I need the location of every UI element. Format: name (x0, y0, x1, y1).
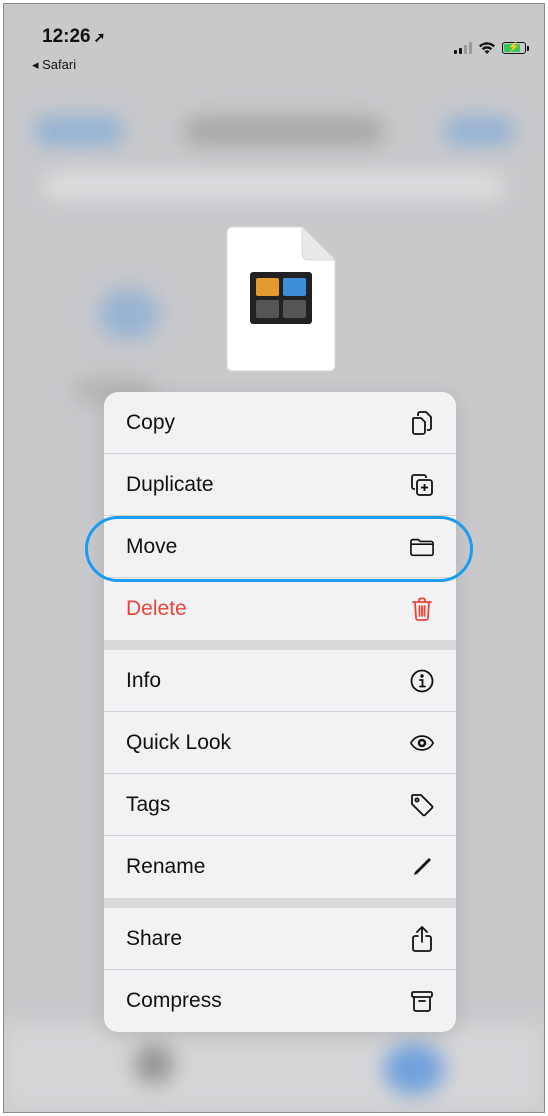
menu-separator (104, 898, 456, 908)
archive-icon (410, 989, 434, 1013)
file-thumbnail (250, 272, 312, 324)
share-icon (410, 925, 434, 952)
menu-item-share[interactable]: Share (104, 908, 456, 970)
pencil-icon (410, 855, 434, 879)
wifi-icon (479, 42, 495, 54)
trash-icon (410, 597, 434, 621)
status-icons: ⚡ (454, 40, 529, 56)
menu-separator (104, 640, 456, 650)
menu-item-tags[interactable]: Tags (104, 774, 456, 836)
menu-group-share: Share Compress (104, 908, 456, 1032)
info-icon (410, 669, 434, 693)
move-highlight-outline (85, 516, 473, 582)
eye-icon (410, 731, 434, 755)
context-menu: Copy Duplicate Move Delete Info Quick Lo… (104, 392, 456, 1032)
status-bar: 12:26 ➚ ◂ Safari ⚡ (4, 4, 544, 74)
menu-item-delete[interactable]: Delete (104, 578, 456, 640)
menu-item-duplicate[interactable]: Duplicate (104, 454, 456, 516)
tag-icon (410, 793, 434, 817)
file-preview[interactable] (226, 226, 336, 372)
status-time: 12:26 ➚ (42, 26, 106, 47)
back-to-safari-link[interactable]: ◂ Safari (32, 57, 76, 73)
menu-item-copy[interactable]: Copy (104, 392, 456, 454)
menu-group-info: Info Quick Look Tags Rename (104, 650, 456, 898)
location-arrow-icon: ➚ (93, 29, 106, 45)
screen: 12:26 ➚ ◂ Safari ⚡ Copy Duplicate Move D… (3, 3, 545, 1113)
copy-icon (410, 410, 434, 435)
duplicate-icon (410, 473, 434, 497)
menu-item-rename[interactable]: Rename (104, 836, 456, 898)
menu-item-compress[interactable]: Compress (104, 970, 456, 1032)
menu-item-info[interactable]: Info (104, 650, 456, 712)
battery-icon: ⚡ (502, 42, 529, 54)
menu-item-quick-look[interactable]: Quick Look (104, 712, 456, 774)
cellular-signal-icon (454, 42, 472, 54)
